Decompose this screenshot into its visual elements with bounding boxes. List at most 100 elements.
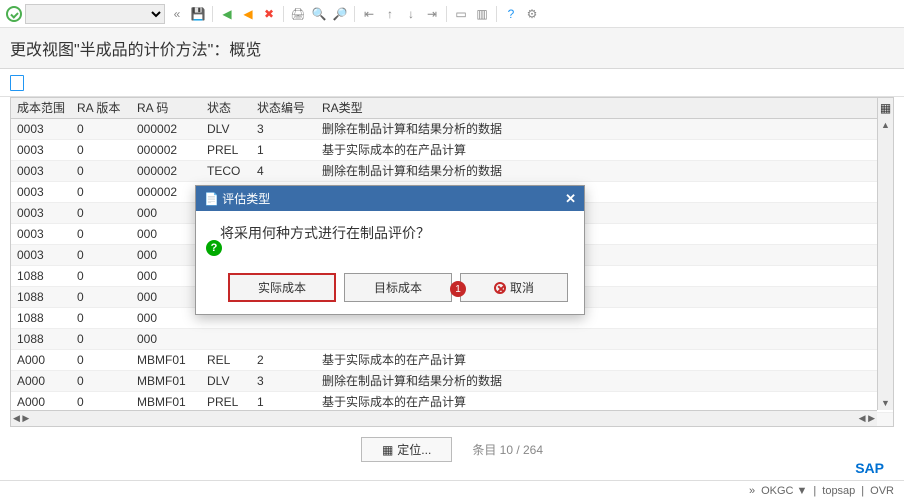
table-cell: 基于实际成本的在产品计算: [316, 392, 893, 412]
table-row[interactable]: A0000MBMF01DLV3删除在制品计算和结果分析的数据: [11, 371, 893, 392]
table-cell: 0003: [11, 140, 71, 160]
table-cell: 000: [131, 224, 201, 244]
table-cell: 删除在制品计算和结果分析的数据: [316, 161, 893, 181]
table-cell: 0: [71, 245, 131, 265]
table-cell: MBMF01: [131, 392, 201, 412]
table-cell: 0003: [11, 161, 71, 181]
first-page-icon[interactable]: ⇤: [360, 5, 378, 23]
table-cell: 0: [71, 119, 131, 139]
table-cell: 000002: [131, 182, 201, 202]
scroll-up-icon[interactable]: ▲: [879, 118, 892, 132]
table-cell: 3: [251, 371, 316, 391]
table-cell: [251, 329, 316, 349]
dialog-help-icon[interactable]: ?: [206, 240, 222, 256]
table-cell: 删除在制品计算和结果分析的数据: [316, 119, 893, 139]
table-cell: A000: [11, 371, 71, 391]
table-cell: 0003: [11, 203, 71, 223]
table-cell: 0003: [11, 224, 71, 244]
save-icon[interactable]: 💾: [189, 5, 207, 23]
table-cell: 0: [71, 287, 131, 307]
table-cell: 0: [71, 203, 131, 223]
settings-icon[interactable]: ⚙: [523, 5, 541, 23]
table-cell: 0003: [11, 245, 71, 265]
column-header[interactable]: 状态: [201, 98, 251, 118]
scroll-down-icon[interactable]: ▼: [879, 396, 892, 410]
column-header[interactable]: RA 版本: [71, 98, 131, 118]
find-next-icon[interactable]: 🔎: [331, 5, 349, 23]
table-row[interactable]: 00030000002DLV3删除在制品计算和结果分析的数据: [11, 119, 893, 140]
entry-count: 条目 10 / 264: [472, 441, 543, 458]
new-entries-icon[interactable]: [10, 75, 24, 91]
table-cell: [316, 329, 893, 349]
column-header[interactable]: 状态编号: [251, 98, 316, 118]
prev-page-icon[interactable]: ↑: [381, 5, 399, 23]
page-title: 更改视图"半成品的计价方法"：概览: [0, 28, 904, 69]
table-row[interactable]: 10880000: [11, 329, 893, 350]
table-row[interactable]: 00030000002TECO4删除在制品计算和结果分析的数据: [11, 161, 893, 182]
close-icon[interactable]: ✕: [565, 191, 576, 207]
status-bar: » OKGC ▼ | topsap | OVR: [0, 480, 904, 500]
table-cell: 1088: [11, 329, 71, 349]
find-icon[interactable]: 🔍: [310, 5, 328, 23]
table-cell: 0: [71, 182, 131, 202]
table-cell: 0: [71, 329, 131, 349]
table-cell: 基于实际成本的在产品计算: [316, 140, 893, 160]
table-cell: 0: [71, 140, 131, 160]
table-cell: 0003: [11, 119, 71, 139]
table-cell: 0: [71, 350, 131, 370]
callout-marker: 1: [450, 281, 466, 297]
ok-icon[interactable]: [6, 6, 22, 22]
table-cell: 1: [251, 392, 316, 412]
column-header[interactable]: 成本范围: [11, 98, 71, 118]
layout-icon[interactable]: ▥: [473, 5, 491, 23]
table-cell: 000002: [131, 161, 201, 181]
scroll-right-icon[interactable]: ◀ ▶: [857, 411, 877, 426]
table-cell: [201, 329, 251, 349]
grid-config-icon[interactable]: ▦: [877, 98, 893, 118]
cancel-icon[interactable]: ✖: [260, 5, 278, 23]
table-row[interactable]: A0000MBMF01REL2基于实际成本的在产品计算: [11, 350, 893, 371]
prev-icon[interactable]: «: [168, 5, 186, 23]
table-row[interactable]: 00030000002PREL1基于实际成本的在产品计算: [11, 140, 893, 161]
target-cost-button[interactable]: 目标成本: [344, 273, 452, 302]
table-cell: 删除在制品计算和结果分析的数据: [316, 371, 893, 391]
table-cell: 000: [131, 287, 201, 307]
last-page-icon[interactable]: ⇥: [423, 5, 441, 23]
column-header[interactable]: RA 码: [131, 98, 201, 118]
sap-logo: SAP: [855, 460, 884, 476]
table-cell: 000: [131, 329, 201, 349]
cancel-x-icon: [494, 282, 506, 294]
evaluation-dialog: 📄 评估类型 ✕ 将采用何种方式进行在制品评价？ ? 1 实际成本 目标成本 取…: [195, 185, 585, 315]
table-cell: 2: [251, 350, 316, 370]
status-system[interactable]: OKGC ▼: [761, 485, 807, 497]
horizontal-scrollbar[interactable]: ◀ ▶ ◀ ▶: [11, 410, 877, 426]
table-cell: 0: [71, 371, 131, 391]
next-page-icon[interactable]: ↓: [402, 5, 420, 23]
column-header[interactable]: RA类型: [316, 98, 893, 118]
table-cell: A000: [11, 392, 71, 412]
help-icon[interactable]: ?: [502, 5, 520, 23]
table-cell: 000: [131, 308, 201, 328]
print-icon[interactable]: 🖨: [289, 5, 307, 23]
sub-toolbar: [0, 69, 904, 97]
cancel-button[interactable]: 取消: [460, 273, 568, 302]
status-mode: OVR: [870, 485, 894, 497]
scroll-left-icon[interactable]: ◀ ▶: [11, 411, 31, 426]
table-cell: DLV: [201, 371, 251, 391]
vertical-scrollbar[interactable]: ▲ ▼: [877, 118, 893, 410]
actual-cost-button[interactable]: 实际成本: [228, 273, 336, 302]
new-session-icon[interactable]: ▭: [452, 5, 470, 23]
table-cell: 基于实际成本的在产品计算: [316, 350, 893, 370]
table-cell: 3: [251, 119, 316, 139]
exit-icon[interactable]: ◀: [239, 5, 257, 23]
table-cell: REL: [201, 350, 251, 370]
table-cell: 1088: [11, 266, 71, 286]
command-dropdown[interactable]: [25, 4, 165, 24]
status-separator: »: [749, 485, 755, 497]
back-icon[interactable]: ◀: [218, 5, 236, 23]
table-cell: 1088: [11, 308, 71, 328]
table-cell: 0: [71, 392, 131, 412]
table-cell: 4: [251, 161, 316, 181]
table-cell: 1: [251, 140, 316, 160]
locate-button[interactable]: ▦ 定位...: [361, 437, 452, 462]
